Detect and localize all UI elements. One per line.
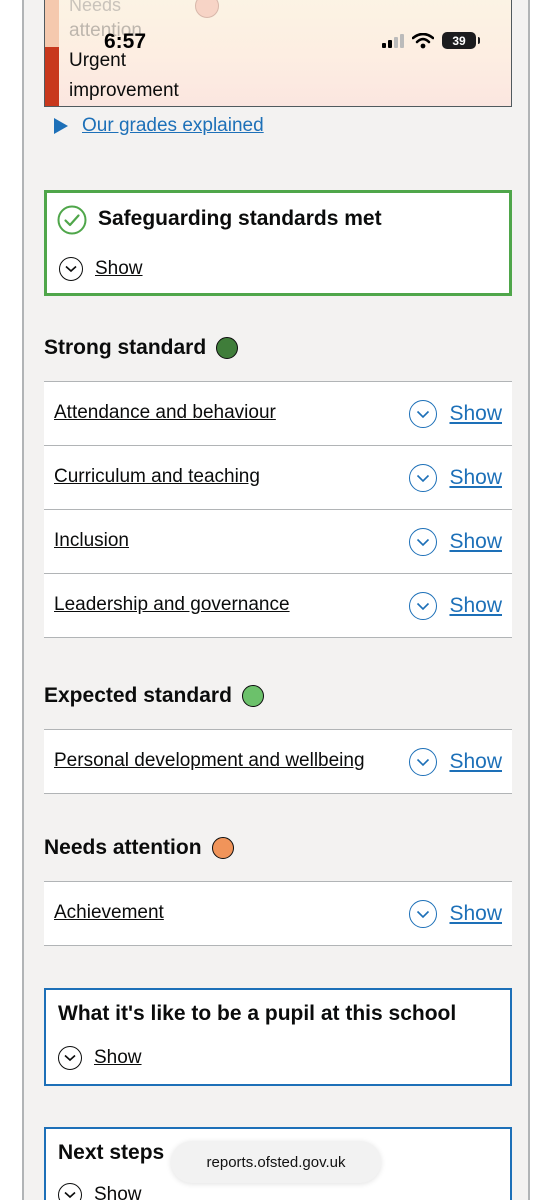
section-heading-expected: Expected standard — [44, 684, 264, 708]
show-label: Show — [449, 530, 502, 553]
list-item[interactable]: Achievement Show — [44, 882, 512, 946]
show-button[interactable]: Show — [409, 748, 502, 776]
status-icons: 39 — [382, 32, 480, 49]
needs-attention-bar — [45, 0, 59, 47]
list-item[interactable]: Curriculum and teaching Show — [44, 446, 512, 510]
show-label: Show — [449, 750, 502, 773]
chevron-down-icon — [409, 464, 438, 492]
pupil-show-button[interactable]: Show — [58, 1046, 142, 1070]
grades-explained-label: Our grades explained — [82, 115, 264, 136]
grades-explained-link[interactable]: Our grades explained — [54, 115, 264, 137]
wifi-icon — [412, 32, 434, 48]
chevron-down-icon — [409, 592, 438, 620]
key-dot-icon — [195, 0, 219, 18]
show-label: Show — [95, 258, 143, 279]
show-button[interactable]: Show — [409, 400, 502, 428]
show-label: Show — [449, 466, 502, 489]
next-steps-title: Next steps — [58, 1141, 165, 1164]
section-heading-needs-attention: Needs attention — [44, 836, 234, 860]
row-label: Achievement — [54, 902, 164, 923]
key-label-needs: Needs — [69, 0, 122, 15]
list-item[interactable]: Attendance and behaviour Show — [44, 382, 512, 446]
list-item[interactable]: Leadership and governance Show — [44, 574, 512, 638]
signal-icon — [382, 33, 404, 48]
chevron-down-icon — [59, 257, 83, 281]
status-time: 6:57 — [104, 30, 147, 53]
row-label: Leadership and governance — [54, 594, 290, 615]
show-label: Show — [449, 902, 502, 925]
chevron-down-icon — [409, 748, 438, 776]
section-heading-strong: Strong standard — [44, 336, 239, 360]
browser-url-bar[interactable]: reports.ofsted.gov.uk — [171, 1141, 381, 1183]
show-button[interactable]: Show — [409, 528, 502, 556]
row-label: Inclusion — [54, 530, 129, 551]
next-steps-show-button[interactable]: Show — [58, 1183, 142, 1200]
section-heading-label: Needs attention — [44, 836, 202, 859]
row-label: Attendance and behaviour — [54, 402, 276, 423]
triangle-right-icon — [54, 118, 68, 134]
chevron-down-icon — [58, 1183, 82, 1200]
section-heading-label: Expected standard — [44, 684, 232, 707]
show-label: Show — [94, 1184, 142, 1200]
row-label: Curriculum and teaching — [54, 466, 260, 487]
list-item[interactable]: Personal development and wellbeing Show — [44, 730, 512, 794]
strong-standard-list: Attendance and behaviour Show Curriculum… — [44, 381, 512, 638]
list-item[interactable]: Inclusion Show — [44, 510, 512, 574]
check-circle-icon — [57, 205, 87, 235]
pupil-panel-title: What it's like to be a pupil at this sch… — [58, 1002, 457, 1025]
key-label-improvement: improvement — [69, 80, 179, 101]
safeguarding-panel: Safeguarding standards met Show — [44, 190, 512, 296]
pupil-experience-panel: What it's like to be a pupil at this sch… — [44, 988, 512, 1086]
chevron-down-icon — [409, 400, 438, 428]
show-button[interactable]: Show — [409, 900, 502, 928]
battery-icon: 39 — [442, 32, 480, 49]
needs-attention-list: Achievement Show — [44, 881, 512, 946]
chevron-down-icon — [409, 528, 438, 556]
grade-dot-icon — [241, 685, 264, 707]
urgent-improvement-bar — [45, 47, 59, 106]
chevron-down-icon — [58, 1046, 82, 1070]
safeguarding-title: Safeguarding standards met — [98, 207, 382, 230]
grade-dot-icon — [211, 837, 234, 859]
show-label: Show — [449, 594, 502, 617]
show-button[interactable]: Show — [409, 464, 502, 492]
battery-level: 39 — [452, 33, 466, 48]
section-heading-label: Strong standard — [44, 336, 207, 359]
expected-standard-list: Personal development and wellbeing Show — [44, 729, 512, 794]
url-text: reports.ofsted.gov.uk — [206, 1153, 346, 1171]
show-button[interactable]: Show — [409, 592, 502, 620]
grade-dot-icon — [216, 337, 239, 359]
safeguarding-show-button[interactable]: Show — [59, 257, 143, 281]
show-label: Show — [94, 1047, 142, 1068]
page-frame: Needs attention Urgent improvement 6:57 … — [22, 0, 530, 1200]
row-label: Personal development and wellbeing — [54, 750, 365, 771]
chevron-down-icon — [409, 900, 438, 928]
show-label: Show — [449, 402, 502, 425]
